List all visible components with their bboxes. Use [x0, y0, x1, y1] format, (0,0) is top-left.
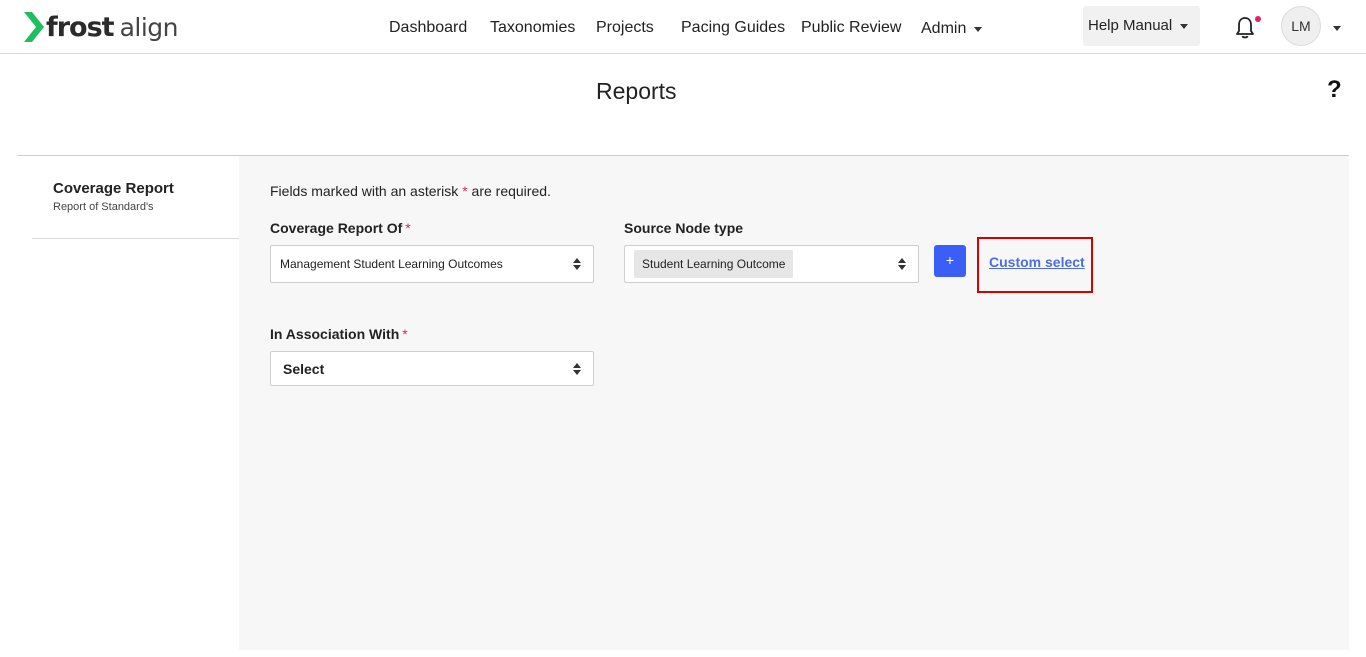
logo-chevron-icon — [24, 12, 44, 42]
avatar[interactable]: LM — [1281, 6, 1321, 46]
coverage-report-of-value: Management Student Learning Outcomes — [280, 257, 503, 271]
in-association-with-label: In Association With * — [270, 326, 408, 342]
required-fields-note: Fields marked with an asterisk * are req… — [270, 183, 551, 199]
source-node-type-select[interactable]: Student Learning Outcome — [624, 245, 919, 283]
label-text: Coverage Report Of — [270, 220, 403, 236]
help-question-icon[interactable]: ? — [1327, 76, 1342, 104]
nav-public-review[interactable]: Public Review — [801, 19, 901, 37]
sort-arrows-icon — [573, 258, 581, 270]
required-asterisk: * — [405, 220, 411, 236]
nav-projects[interactable]: Projects — [596, 19, 654, 37]
required-asterisk: * — [402, 326, 408, 342]
selected-chip[interactable]: Student Learning Outcome — [634, 250, 794, 278]
notification-dot — [1255, 16, 1261, 22]
required-note-text: Fields marked with an asterisk — [270, 183, 459, 199]
required-asterisk: * — [462, 183, 468, 199]
avatar-caret-icon[interactable] — [1333, 26, 1341, 31]
in-association-with-select[interactable]: Select — [270, 351, 594, 386]
in-association-with-value: Select — [283, 361, 325, 377]
nav-admin-dropdown[interactable]: Admin — [921, 20, 983, 38]
logo-text-bold: frost — [46, 11, 115, 43]
nav-admin-label: Admin — [921, 20, 967, 37]
bell-icon[interactable] — [1234, 16, 1256, 40]
nav-dashboard[interactable]: Dashboard — [389, 19, 467, 37]
sidebar-item-subtitle: Report of Standard's — [53, 201, 154, 213]
nav-taxonomies[interactable]: Taxonomies — [490, 19, 575, 37]
caret-down-icon — [1180, 23, 1189, 29]
top-navbar: frost align Dashboard Taxonomies Project… — [0, 0, 1366, 54]
required-note-text-end: are required. — [471, 183, 551, 199]
source-node-type-label: Source Node type — [624, 220, 744, 236]
add-button[interactable]: + — [934, 245, 966, 277]
sidebar-item-coverage-report[interactable]: Coverage Report Report of Standard's — [32, 170, 239, 239]
logo-text-light: align — [119, 12, 179, 42]
help-manual-dropdown[interactable]: Help Manual — [1083, 6, 1200, 46]
nav-pacing-guides[interactable]: Pacing Guides — [681, 19, 785, 37]
sidebar-item-title: Coverage Report — [53, 180, 174, 197]
coverage-report-of-label: Coverage Report Of * — [270, 220, 411, 236]
page-title: Reports — [596, 78, 677, 104]
custom-select-link[interactable]: Custom select — [989, 254, 1085, 270]
sort-arrows-icon — [573, 363, 581, 375]
sort-arrows-icon — [898, 258, 906, 270]
coverage-report-of-select[interactable]: Management Student Learning Outcomes — [270, 245, 594, 283]
label-text: In Association With — [270, 326, 400, 342]
help-manual-label: Help Manual — [1088, 17, 1173, 34]
frost-align-logo[interactable]: frost align — [24, 10, 179, 44]
caret-down-icon — [974, 26, 983, 32]
